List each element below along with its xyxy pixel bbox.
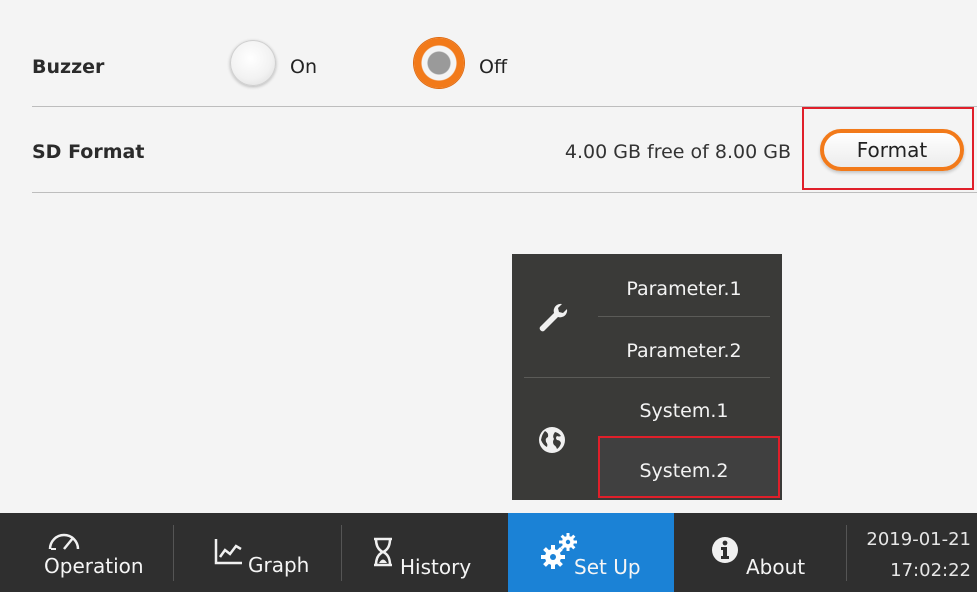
wrench-icon [539, 303, 568, 332]
tab-history-label: History [400, 555, 472, 579]
tab-history[interactable]: History [342, 513, 508, 592]
buzzer-on-radio[interactable] [230, 40, 276, 86]
tab-graph[interactable]: Graph [174, 513, 341, 592]
buzzer-off-radio[interactable] [414, 38, 464, 88]
hourglass-icon [374, 537, 392, 567]
tab-graph-label: Graph [248, 553, 310, 577]
tab-about[interactable]: About [674, 513, 846, 592]
tab-divider [846, 525, 847, 581]
sd-format-label: SD Format [32, 141, 145, 163]
clock-time: 17:02:22 [890, 560, 971, 581]
clock-date: 2019-01-21 [866, 529, 971, 550]
sd-storage-info: 4.00 GB free of 8.00 GB [564, 141, 791, 163]
menu-group-divider [524, 377, 770, 378]
tab-operation-label: Operation [44, 554, 144, 578]
info-icon [712, 537, 738, 563]
tab-operation[interactable]: Operation [0, 513, 172, 592]
tab-setup-label: Set Up [574, 555, 641, 579]
menu-item-system-1[interactable]: System.1 [598, 400, 770, 422]
buzzer-row: Buzzer On Off [32, 30, 977, 106]
chart-icon [214, 539, 242, 565]
menu-divider [598, 316, 770, 317]
clock: 2019-01-21 17:02:22 [848, 513, 977, 592]
buzzer-off-label[interactable]: Off [479, 56, 507, 78]
bottom-nav-bar: Operation Graph History Set Up About 201… [0, 513, 977, 592]
divider [32, 192, 977, 193]
gauge-icon [48, 533, 80, 550]
menu-item-system-2[interactable]: System.2 [598, 460, 770, 482]
globe-icon [539, 427, 565, 453]
menu-item-parameter-2[interactable]: Parameter.2 [598, 340, 770, 362]
tab-setup[interactable]: Set Up [508, 513, 674, 592]
buzzer-on-label[interactable]: On [290, 56, 317, 78]
format-button[interactable]: Format [820, 129, 964, 171]
setup-menu: Parameter.1 Parameter.2 System.1 System.… [512, 254, 782, 500]
sd-format-row: SD Format 4.00 GB free of 8.00 GB Format [32, 107, 977, 192]
menu-item-parameter-1[interactable]: Parameter.1 [598, 278, 770, 300]
buzzer-label: Buzzer [32, 56, 105, 78]
tab-about-label: About [746, 555, 806, 579]
